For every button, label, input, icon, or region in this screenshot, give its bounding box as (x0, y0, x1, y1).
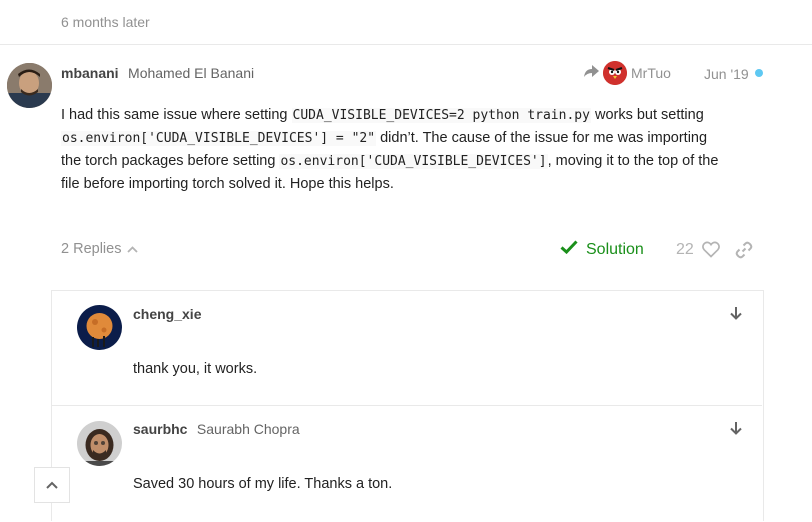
new-post-indicator (755, 69, 763, 77)
like-count[interactable]: 22 (676, 241, 694, 259)
reply-author-avatar[interactable] (77, 305, 122, 350)
scroll-up-button[interactable] (34, 467, 70, 503)
chevron-up-icon (46, 476, 58, 494)
time-gap-label: 6 months later (61, 14, 150, 30)
reply-username[interactable]: saurbhc (133, 421, 187, 437)
arrow-down-icon[interactable] (729, 421, 743, 440)
post-body-line: os.environ['CUDA_VISIBLE_DEVICES'] = "2"… (61, 127, 761, 150)
reply-divider (52, 405, 762, 406)
body-text: didn’t. The cause of the issue for me wa… (376, 130, 708, 146)
arrow-down-icon[interactable] (729, 306, 743, 325)
inline-code: CUDA_VISIBLE_DEVICES=2 python train.py (291, 108, 591, 123)
post-divider (0, 44, 812, 45)
body-text: works but setting (590, 107, 704, 123)
solution-indicator[interactable]: Solution (560, 240, 644, 259)
heart-icon[interactable] (702, 241, 720, 263)
post-date[interactable]: Jun '19 (704, 66, 749, 82)
post-username[interactable]: mbanani (61, 65, 119, 81)
replies-toggle-button[interactable]: 2 Replies (61, 241, 139, 257)
post-author-avatar[interactable] (7, 63, 52, 108)
reply-to-username: MrTuo (631, 65, 671, 81)
inline-code: os.environ['CUDA_VISIBLE_DEVICES'] (279, 154, 548, 169)
reply-author-avatar[interactable] (77, 421, 122, 466)
reply-full-name[interactable]: Saurabh Chopra (197, 421, 300, 437)
reply-text: Saved 30 hours of my life. Thanks a ton. (133, 476, 393, 492)
link-icon[interactable] (735, 241, 753, 264)
chevron-up-icon (127, 241, 139, 257)
body-text: I had this same issue where setting (61, 107, 292, 123)
replies-label: 2 Replies (61, 241, 122, 257)
body-text: , moving it to the top of the (547, 153, 719, 169)
reply-to-indicator[interactable]: MrTuo (584, 61, 671, 85)
solution-label: Solution (586, 240, 644, 258)
post-body-line: the torch packages before setting os.env… (61, 150, 761, 173)
check-icon (560, 240, 578, 259)
inline-code: os.environ['CUDA_VISIBLE_DEVICES'] = "2" (61, 131, 377, 146)
post-body-line: file before importing torch solved it. H… (61, 176, 394, 192)
post-body-line: I had this same issue where setting CUDA… (61, 104, 761, 127)
reply-text: thank you, it works. (133, 361, 258, 377)
reply-to-avatar (603, 61, 627, 85)
share-reply-icon (584, 65, 599, 81)
body-text: the torch packages before setting (61, 153, 280, 169)
post-full-name[interactable]: Mohamed El Banani (128, 65, 254, 81)
post-body: I had this same issue where setting CUDA… (61, 104, 761, 195)
reply-username[interactable]: cheng_xie (133, 306, 201, 322)
